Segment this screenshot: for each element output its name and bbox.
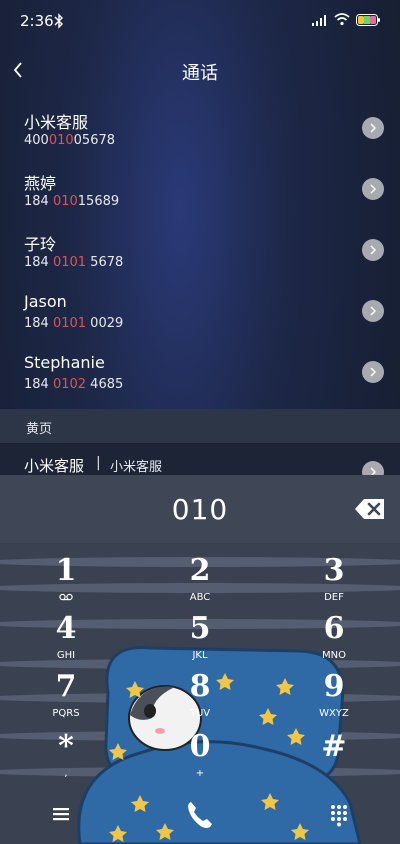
key-8[interactable]: 8 TUV — [150, 667, 250, 723]
status-time: 2:36 — [20, 12, 54, 30]
key-digit: 6 — [323, 611, 345, 646]
key-4[interactable]: 4 GHI — [16, 609, 116, 665]
contact-row[interactable]: 小米客服 40001005678 — [0, 109, 400, 169]
key-letters: JKL — [192, 650, 208, 661]
dial-input[interactable]: 010 — [0, 493, 400, 526]
key-0[interactable]: 0 + — [150, 727, 250, 783]
key-letters: ABC — [189, 592, 211, 603]
key-letters: + — [195, 768, 205, 779]
key-hash[interactable]: # — [284, 727, 384, 783]
status-bar: 2:36 — [0, 0, 400, 44]
contact-row[interactable]: Jason 184 0101 0029 — [0, 292, 400, 352]
yellow-pages-separator: | — [96, 455, 101, 471]
chevron-right-icon — [370, 123, 377, 133]
key-digit: 5 — [189, 611, 211, 646]
yellow-pages-label: 黄页 — [26, 422, 53, 437]
yellow-pages-row[interactable]: 小米客服 | 小米客服 — [0, 443, 400, 475]
key-digit: 2 — [189, 553, 211, 588]
chevron-right-icon — [370, 306, 377, 316]
contact-number: 184 01015689 — [24, 194, 120, 209]
key-1[interactable]: 1 — [16, 551, 116, 607]
contact-row[interactable]: 子玲 184 0101 5678 — [0, 231, 400, 291]
menu-icon[interactable] — [48, 801, 74, 827]
key-digit: # — [321, 729, 347, 764]
contact-detail-button[interactable] — [362, 361, 384, 383]
backspace-icon[interactable] — [354, 497, 386, 521]
key-digit: 3 — [323, 553, 345, 588]
key-7[interactable]: 7 PQRS — [16, 667, 116, 723]
phone-icon[interactable] — [182, 797, 218, 833]
key-star[interactable]: * , — [16, 727, 116, 783]
chevron-right-icon — [370, 245, 377, 255]
key-digit: 1 — [55, 553, 77, 588]
key-letters: GHI — [56, 650, 76, 661]
signal-icon — [312, 15, 326, 26]
key-digit: 8 — [189, 669, 211, 704]
contact-number: 40001005678 — [24, 133, 116, 148]
key-letters: , — [64, 768, 68, 779]
key-letters: PQRS — [52, 708, 80, 719]
key-letters: WXYZ — [319, 708, 349, 719]
key-digit: 9 — [323, 669, 345, 704]
key-5[interactable]: 5 JKL — [150, 609, 250, 665]
contact-number: 184 0101 5678 — [24, 255, 124, 270]
dialpad-icon[interactable] — [326, 801, 352, 827]
contact-detail-button[interactable] — [362, 178, 384, 200]
chevron-right-icon — [370, 184, 377, 194]
contact-detail-button[interactable] — [362, 117, 384, 139]
key-3[interactable]: 3 DEF — [284, 551, 384, 607]
wifi-icon — [334, 13, 350, 26]
key-digit: 0 — [189, 729, 211, 764]
contact-row[interactable]: Stephanie 184 0102 4685 — [0, 353, 400, 413]
contact-name: Jason — [24, 292, 67, 311]
key-digit: 4 — [55, 611, 77, 646]
key-letters: MNO — [322, 650, 346, 661]
contact-detail-button[interactable] — [362, 239, 384, 261]
yellow-pages-name: 小米客服 — [24, 457, 85, 475]
contact-name: 子玲 — [24, 235, 57, 254]
keypad: 1 2 ABC 3 DEF 4 GHI 5 JKL 6 MNO 7 PQRS 8… — [0, 543, 400, 844]
dial-input-bar: 010 — [0, 475, 400, 543]
contact-name: Stephanie — [24, 353, 105, 372]
key-9[interactable]: 9 WXYZ — [284, 667, 384, 723]
yellow-pages-header: 黄页 — [0, 409, 400, 443]
voicemail-icon — [59, 593, 73, 601]
contact-detail-button[interactable] — [362, 300, 384, 322]
contact-name: 小米客服 — [24, 113, 89, 132]
yellow-pages-detail-button[interactable] — [362, 461, 384, 475]
yellow-pages-subtitle: 小米客服 — [110, 460, 163, 475]
contact-name: 燕婷 — [24, 174, 57, 193]
key-2[interactable]: 2 ABC — [150, 551, 250, 607]
contact-number: 184 0101 0029 — [24, 316, 124, 331]
page-title: 通话 — [182, 63, 218, 84]
chevron-right-icon — [370, 467, 377, 475]
key-letters: TUV — [189, 708, 211, 719]
key-digit: * — [58, 729, 74, 764]
battery-icon — [356, 14, 380, 26]
key-6[interactable]: 6 MNO — [284, 609, 384, 665]
dialer-screen: 2:36 通话 小米客服 40001005678 燕婷 184 01015689… — [0, 0, 400, 844]
key-letters: DEF — [324, 592, 344, 603]
contact-row[interactable]: 燕婷 184 01015689 — [0, 170, 400, 230]
contact-number: 184 0102 4685 — [24, 377, 124, 392]
key-digit: 7 — [55, 669, 77, 704]
bluetooth-icon — [54, 13, 63, 29]
chevron-right-icon — [370, 367, 377, 377]
